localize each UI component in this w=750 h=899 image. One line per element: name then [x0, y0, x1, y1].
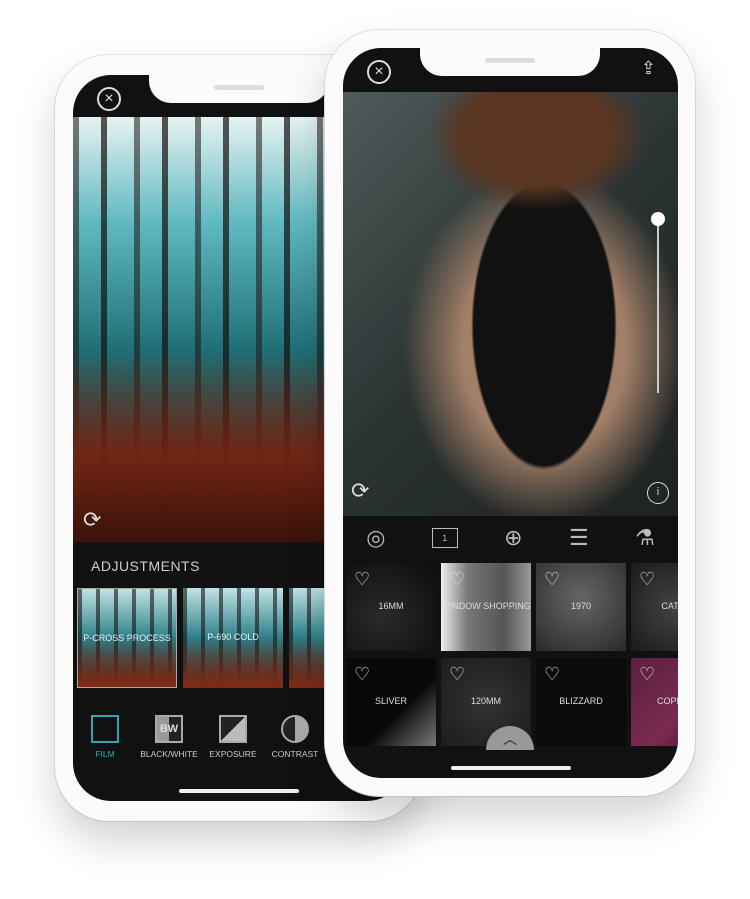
filter-label: CATAR	[661, 601, 678, 611]
slider-handle[interactable]	[651, 212, 665, 226]
right-phone: × ⇪ ⟳ i ◎ 1 ⊕ ☰ ⚗ ♡ 16MM ♡ WINDOW SHOPPING ♡…	[325, 30, 695, 796]
flask-icon[interactable]: ⚗	[635, 525, 655, 551]
tool-label: FILM	[95, 749, 115, 759]
rotate-icon[interactable]: ⟳	[83, 507, 101, 533]
sliders-icon[interactable]: ☰	[569, 525, 589, 551]
preset-thumb[interactable]: P-CROSS PROCESS	[77, 588, 177, 688]
add-icon[interactable]: ⊕	[504, 525, 522, 551]
filter-tile[interactable]: ♡ WINDOW SHOPPING	[441, 563, 531, 651]
heart-icon[interactable]: ♡	[354, 569, 370, 590]
notch	[420, 48, 600, 76]
close-icon[interactable]: ×	[367, 60, 391, 84]
contrast-icon	[281, 715, 309, 743]
heart-icon[interactable]: ♡	[544, 569, 560, 590]
preset-label: P-690 COLD	[207, 632, 259, 642]
heart-icon[interactable]: ♡	[544, 664, 560, 685]
heart-icon[interactable]: ♡	[639, 664, 655, 685]
heart-icon[interactable]: ♡	[354, 664, 370, 685]
woman-photo	[343, 92, 678, 516]
filter-label: BLIZZARD	[559, 696, 603, 706]
tool-contrast[interactable]: CONTRAST	[255, 715, 335, 759]
bw-icon: BW	[155, 715, 183, 743]
intensity-slider[interactable]	[657, 218, 659, 393]
tool-label: CONTRAST	[271, 749, 319, 759]
adjustments-title: ADJUSTMENTS	[91, 558, 200, 574]
filter-tile[interactable]: ♡ 16MM	[346, 563, 436, 651]
filter-label: COPPER	[656, 696, 678, 706]
filter-tile[interactable]: ♡ 1970	[536, 563, 626, 651]
home-indicator	[179, 789, 299, 793]
layers-icon[interactable]: 1	[431, 528, 458, 548]
heart-icon[interactable]: ♡	[639, 569, 655, 590]
info-icon[interactable]: i	[647, 482, 669, 504]
filter-label: 1970	[570, 601, 592, 611]
notch	[149, 75, 329, 103]
heart-icon[interactable]: ♡	[449, 569, 465, 590]
tool-label: BLACK/WHITE	[140, 749, 198, 759]
rotate-icon[interactable]: ⟳	[351, 478, 369, 504]
filter-tile[interactable]: ♡ BLIZZARD	[536, 658, 626, 746]
filter-label: 120MM	[470, 696, 501, 706]
toolbar: ◎ 1 ⊕ ☰ ⚗	[343, 516, 678, 560]
filter-label: 16MM	[378, 601, 404, 611]
filter-tile[interactable]: ♡ COPPER	[631, 658, 678, 746]
film-icon	[91, 715, 119, 743]
filter-tile[interactable]: ♡ SLIVER	[346, 658, 436, 746]
right-phone-screen: × ⇪ ⟳ i ◎ 1 ⊕ ☰ ⚗ ♡ 16MM ♡ WINDOW SHOPPING ♡…	[343, 48, 678, 778]
close-icon[interactable]: ×	[97, 87, 121, 111]
home-indicator	[450, 766, 571, 770]
filter-label: SLIVER	[374, 696, 407, 706]
filter-tile[interactable]: ♡ CATAR	[631, 563, 678, 651]
exposure-icon	[219, 715, 247, 743]
share-icon[interactable]: ⇪	[641, 58, 656, 79]
blend-icon[interactable]: ◎	[366, 525, 385, 551]
filter-label: WINDOW SHOPPING	[441, 601, 531, 611]
heart-icon[interactable]: ♡	[449, 664, 465, 685]
preset-label: P-CROSS PROCESS	[83, 633, 171, 643]
tool-label: EXPOSURE	[209, 749, 257, 759]
preset-thumb[interactable]: P-690 COLD	[183, 588, 283, 688]
